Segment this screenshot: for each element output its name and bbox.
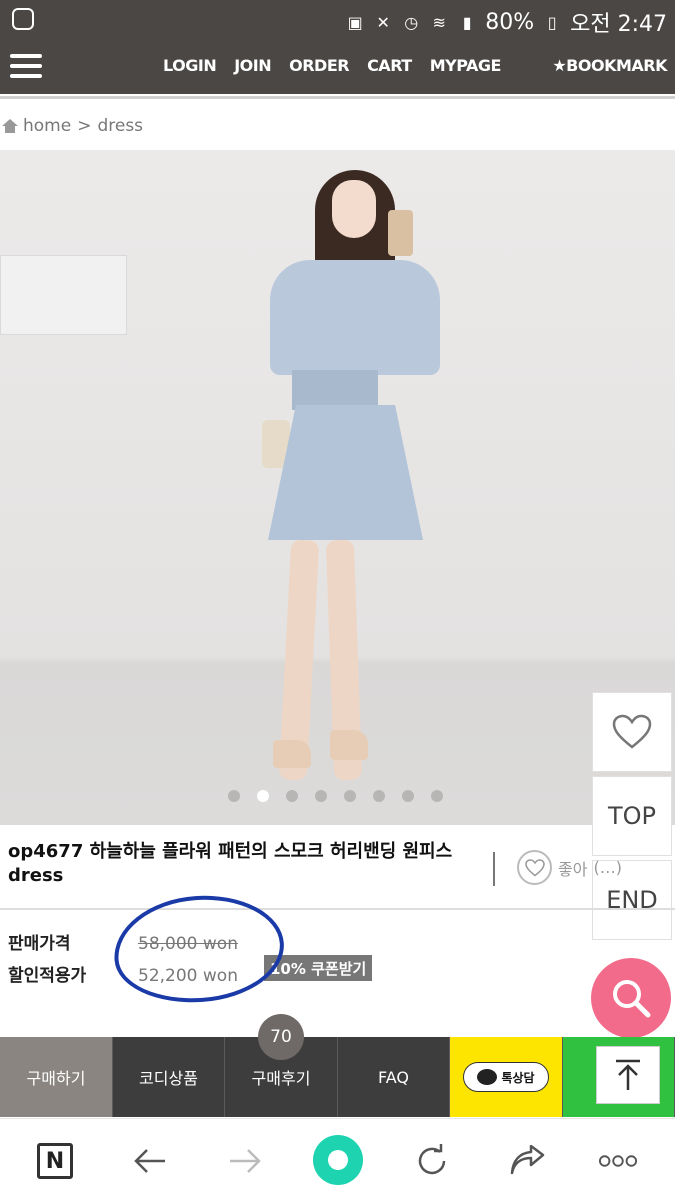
model-shoe-right [330,730,368,760]
slider-dot[interactable] [373,790,385,802]
title-divider [493,852,495,886]
home-icon[interactable] [2,119,18,133]
search-icon [613,980,651,1018]
nav-links: LOGIN JOIN ORDER CART MYPAGE [163,56,501,75]
nav-order[interactable]: ORDER [289,56,349,75]
product-title-line2: dress [8,865,64,886]
heart-outline-icon [517,850,552,885]
slider-dot[interactable] [315,790,327,802]
nav-join[interactable]: JOIN [234,56,271,75]
dress-top [270,260,440,375]
wishlist-button[interactable] [592,692,672,772]
top-navigation: LOGIN JOIN ORDER CART MYPAGE ★BOOKMARK [0,40,675,94]
alarm-icon: ◷ [404,12,419,32]
breadcrumb-home[interactable]: home [23,116,71,136]
tab-buy[interactable]: 구매하기 [0,1037,113,1117]
info-divider [0,908,675,910]
bookmark-link[interactable]: ★BOOKMARK [552,56,667,75]
share-icon[interactable] [507,1141,547,1181]
battery-saver-icon: ▣ [347,12,363,32]
model-phone [388,210,413,256]
tab-coordi[interactable]: 코디상품 [113,1037,225,1117]
model-shoe-left [273,740,311,768]
slider-dot[interactable] [344,790,356,802]
review-count-badge: 70 [258,1014,304,1060]
breadcrumb-current[interactable]: dress [97,116,143,136]
product-title-line1: op4677 하늘하늘 플라워 패턴의 스모크 허리밴딩 원피스 [8,841,453,862]
app-notification-icon [12,8,34,30]
slider-dot[interactable] [257,790,269,802]
like-button[interactable]: 좋아 (…) [517,850,622,885]
browser-toolbar: N [0,1118,675,1200]
kakao-chat-label: 톡상담 [501,1070,535,1085]
product-title: op4677 하늘하늘 플라워 패턴의 스모크 허리밴딩 원피스 dress [8,840,478,888]
dress-waist [292,370,378,410]
dress-skirt [268,405,423,540]
kakao-chat-button[interactable]: 톡상담 [463,1062,549,1092]
chat-bubble-icon [477,1069,498,1085]
slider-dots [228,790,443,802]
home-button-icon[interactable] [313,1135,363,1185]
product-image[interactable] [0,150,675,825]
mute-icon: ✕ [376,12,390,32]
forward-icon[interactable] [225,1141,265,1181]
refresh-icon[interactable] [412,1141,452,1181]
nav-mypage[interactable]: MYPAGE [430,56,502,75]
slider-dot[interactable] [286,790,298,802]
nav-login[interactable]: LOGIN [163,56,217,75]
naver-icon[interactable]: N [37,1143,73,1179]
status-icons: ▣ ✕ ◷ ≋ ▮ 80% ▯ 오전 2:47 [345,6,667,38]
price-labels: 판매가격 할인적용가 [8,928,86,992]
status-bar: ▣ ✕ ◷ ≋ ▮ 80% ▯ 오전 2:47 [0,0,675,40]
like-count: (…) [593,858,622,877]
scroll-top-button[interactable]: TOP [592,776,672,856]
wall-frame [0,255,127,335]
back-icon[interactable] [130,1141,170,1181]
slider-dot[interactable] [431,790,443,802]
kakao-chat-tab[interactable]: 톡상담 [450,1037,563,1117]
slider-dot[interactable] [228,790,240,802]
search-button[interactable] [591,958,671,1038]
header-rule [0,96,675,99]
page: ▣ ✕ ◷ ≋ ▮ 80% ▯ 오전 2:47 LOGIN JOIN ORDER… [0,0,675,1200]
clock: 오전 2:47 [570,12,667,37]
nav-cart[interactable]: CART [367,56,412,75]
breadcrumb: home > dress [0,108,143,144]
battery-percent: 80% [485,9,535,35]
wifi-icon: ≋ [432,12,446,32]
battery-icon: ▯ [547,12,557,32]
model-face [332,180,376,238]
heart-icon [612,714,652,749]
discount-price-label: 할인적용가 [8,966,87,986]
menu-icon[interactable] [10,54,42,80]
bottom-tabs: 구매하기 코디상품 구매후기 FAQ 톡상담 [0,1037,675,1117]
price-label: 판매가격 [8,934,71,954]
scroll-up-button[interactable] [596,1046,660,1104]
tab-faq[interactable]: FAQ [338,1037,450,1117]
breadcrumb-separator: > [77,116,92,136]
like-label: 좋아 [558,859,588,879]
arrow-up-icon [616,1059,640,1090]
signal-icon: ▮ [462,12,472,32]
more-icon[interactable] [598,1141,638,1181]
slider-dot[interactable] [402,790,414,802]
